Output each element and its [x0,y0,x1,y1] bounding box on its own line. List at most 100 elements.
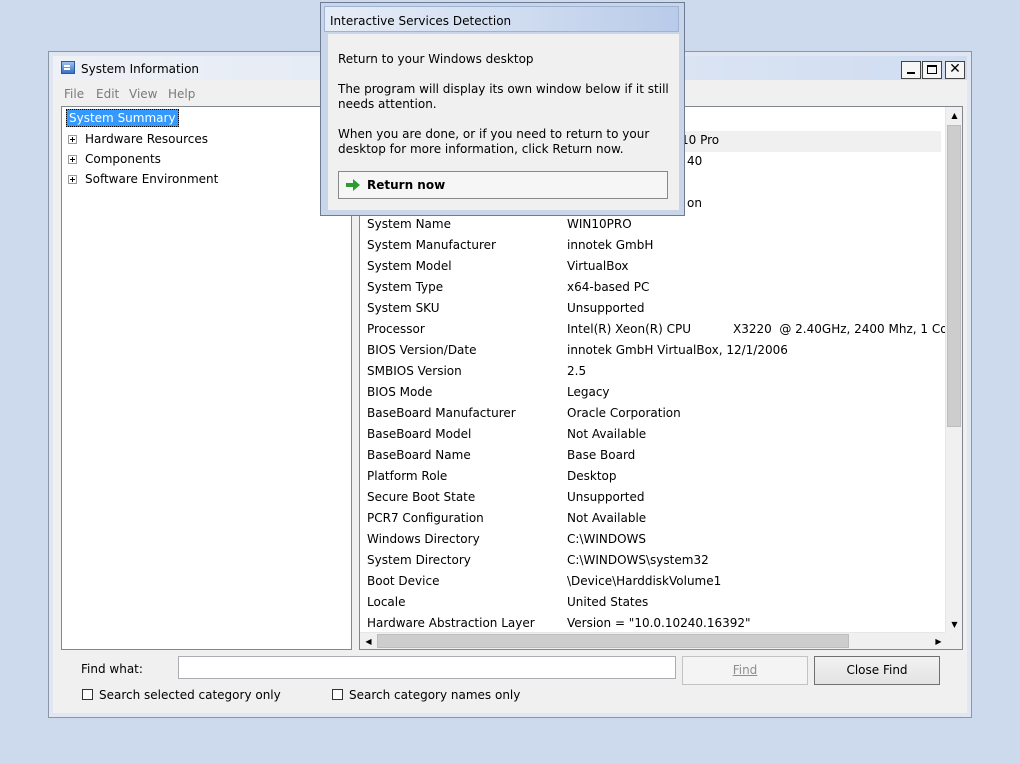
find-what-input[interactable] [178,656,676,679]
table-row[interactable]: Secure Boot State Unsupported [360,488,940,509]
table-row[interactable]: System Manufacturer innotek GmbH [360,236,940,257]
menu-file[interactable]: File [64,87,84,101]
value-cell: C:\WINDOWS [567,532,647,546]
return-now-button[interactable]: Return now [338,171,668,199]
item-cell: BIOS Version/Date [367,343,477,357]
close-icon: ✕ [949,61,961,77]
category-tree[interactable]: System Summary Hardware Resources Compon… [61,106,352,650]
expand-icon[interactable] [68,175,77,184]
item-cell: Hardware Abstraction Layer [367,616,535,630]
table-row[interactable]: System Directory C:\WINDOWS\system32 [360,551,940,572]
minimize-button[interactable] [901,61,921,79]
tree-item-system-summary[interactable]: System Summary [66,109,179,127]
value-cell: VirtualBox [567,259,629,273]
dialog-title-bar[interactable]: Interactive Services Detection [324,6,679,32]
item-cell: SMBIOS Version [367,364,462,378]
table-row[interactable]: Windows Directory C:\WINDOWS [360,530,940,551]
table-row[interactable]: Processor Intel(R) Xeon(R) CPU X3220 @ 2.… [360,320,960,341]
item-cell: BaseBoard Model [367,427,472,441]
scroll-corner [945,632,962,649]
value-cell: Intel(R) Xeon(R) CPU X3220 @ 2.40GHz, 24… [567,322,960,336]
dialog-title: Interactive Services Detection [330,14,512,28]
system-information-icon [61,61,75,74]
value-cell: WIN10PRO [567,217,632,231]
table-row[interactable]: System Model VirtualBox [360,257,940,278]
value-cell: Not Available [567,511,647,525]
menu-view[interactable]: View [129,87,157,101]
partial-value: on [687,196,702,210]
table-row[interactable]: System Type x64-based PC [360,278,940,299]
maximize-button[interactable] [922,61,942,79]
item-cell: BIOS Mode [367,385,433,399]
item-cell: BaseBoard Name [367,448,471,462]
horizontal-scrollbar[interactable]: ◀ ▶ [360,632,947,649]
tree-item-label: Components [85,152,161,166]
dialog-text: When you are done, or if you need to ret… [338,127,650,156]
item-cell: System SKU [367,301,440,315]
table-row[interactable]: System Name WIN10PRO [360,215,940,236]
item-cell: Windows Directory [367,532,480,546]
dialog-body: Return to your Windows desktop The progr… [328,34,679,210]
value-cell: x64-based PC [567,280,650,294]
horizontal-scroll-thumb[interactable] [377,634,849,648]
menu-help[interactable]: Help [168,87,195,101]
value-cell: United States [567,595,649,609]
table-row[interactable]: Platform Role Desktop [360,467,940,488]
value-cell: Not Available [567,427,647,441]
checkbox-box[interactable] [332,689,343,700]
table-row[interactable]: BaseBoard Model Not Available [360,425,940,446]
find-what-label: Find what: [81,662,143,676]
menu-edit[interactable]: Edit [96,87,119,101]
partial-value: 10 Pro [681,133,720,147]
value-cell: Base Board [567,448,636,462]
checkbox-label: Search category names only [349,688,521,702]
item-cell: Secure Boot State [367,490,476,504]
find-button[interactable]: Find [682,656,808,685]
table-row[interactable]: SMBIOS Version 2.5 [360,362,940,383]
vertical-scrollbar[interactable]: ▲ ▼ [945,107,962,633]
item-cell: System Directory [367,553,471,567]
table-row[interactable]: Locale United States [360,593,940,614]
value-cell: Unsupported [567,490,645,504]
scroll-left-icon[interactable]: ◀ [360,633,377,649]
value-cell: Legacy [567,385,610,399]
item-cell: Boot Device [367,574,440,588]
tree-item-label: Software Environment [85,172,219,186]
dialog-heading: Return to your Windows desktop [338,52,534,66]
table-row[interactable]: BaseBoard Name Base Board [360,446,940,467]
item-cell: System Model [367,259,452,273]
table-row[interactable]: Boot Device \Device\HarddiskVolume1 [360,572,940,593]
value-cell: Unsupported [567,301,645,315]
find-button-label: Find [732,663,758,677]
item-cell: Processor [367,322,425,336]
value-cell: Oracle Corporation [567,406,681,420]
table-row[interactable]: PCR7 Configuration Not Available [360,509,940,530]
close-find-label: Close Find [846,663,908,677]
value-cell: C:\WINDOWS\system32 [567,553,709,567]
close-button[interactable]: ✕ [945,61,965,79]
value-cell: 2.5 [567,364,587,378]
scroll-up-icon[interactable]: ▲ [946,107,962,124]
vertical-scroll-thumb[interactable] [947,125,961,427]
table-row[interactable]: BIOS Mode Legacy [360,383,940,404]
expand-icon[interactable] [68,135,77,144]
item-cell: PCR7 Configuration [367,511,484,525]
partial-row: 10 Pro [678,131,941,152]
checkbox-box[interactable] [82,689,93,700]
item-cell: System Name [367,217,451,231]
dialog-text: The program will display its own window … [338,82,669,111]
value-cell: \Device\HarddiskVolume1 [567,574,722,588]
item-cell: Platform Role [367,469,448,483]
minimize-icon [907,72,915,74]
item-cell: Locale [367,595,406,609]
scroll-down-icon[interactable]: ▼ [946,616,962,633]
checkbox-label: Search selected category only [99,688,281,702]
item-cell: System Manufacturer [367,238,496,252]
table-row[interactable]: System SKU Unsupported [360,299,940,320]
value-cell: Desktop [567,469,617,483]
close-find-button[interactable]: Close Find [814,656,940,685]
expand-icon[interactable] [68,155,77,164]
interactive-services-dialog: Interactive Services Detection Return to… [320,2,685,216]
table-row[interactable]: BaseBoard Manufacturer Oracle Corporation [360,404,940,425]
table-row[interactable]: BIOS Version/Date innotek GmbH VirtualBox… [360,341,940,362]
